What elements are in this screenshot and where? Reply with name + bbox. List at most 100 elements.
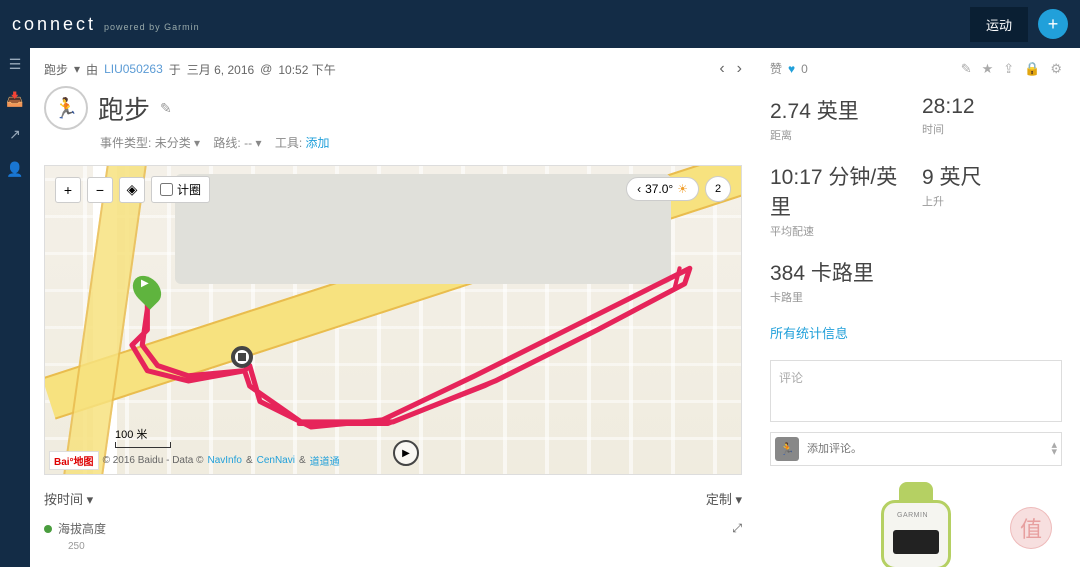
comment-avatar-icon: 🏃: [775, 437, 799, 461]
lap-count-badge[interactable]: 2: [705, 176, 731, 202]
star-icon[interactable]: ★: [982, 61, 994, 77]
chevron-down-icon[interactable]: ▾: [74, 62, 80, 76]
gear-icon[interactable]: ⚙: [1050, 61, 1062, 77]
temperature-value: 37.0°: [645, 182, 673, 196]
sun-icon: ☀: [677, 182, 688, 196]
map-controls-topleft: + − ◈ 计圈: [55, 176, 210, 203]
pace-label: 平均配速: [770, 223, 910, 239]
map[interactable]: + − ◈ 计圈 ‹ 37.0° ☀ 2 ▶ 100 米: [44, 165, 742, 475]
share-icon[interactable]: ⇪: [1003, 61, 1014, 77]
bc-at: @: [260, 62, 272, 76]
edit-title-icon[interactable]: ✎: [160, 100, 172, 117]
bc-user[interactable]: LIU050263: [104, 62, 163, 76]
activity-dropdown[interactable]: 运动: [970, 7, 1028, 42]
cennavi-link[interactable]: CenNavi: [257, 455, 295, 466]
temperature-badge[interactable]: ‹ 37.0° ☀: [626, 177, 699, 201]
logo-subtitle: powered by Garmin: [104, 22, 200, 32]
bc-by: 由: [86, 61, 98, 78]
likes-label[interactable]: 赞: [770, 60, 782, 77]
profile-icon[interactable]: 👤: [6, 161, 23, 178]
chart-custom-dropdown[interactable]: 定制 ▾: [706, 489, 742, 508]
time-label: 时间: [922, 121, 1062, 137]
bc-time: 10:52 下午: [278, 61, 335, 78]
inbox-icon[interactable]: 📥: [6, 91, 23, 108]
elevation-legend-label: 海拔高度: [58, 520, 106, 537]
elevation-value: 9 英尺: [922, 161, 1062, 191]
event-type-value[interactable]: 未分类: [155, 136, 191, 150]
sidebar: ☰ 📥 ↗ 👤: [0, 48, 30, 567]
all-stats-link[interactable]: 所有统计信息: [770, 323, 1062, 342]
breadcrumb: 跑步 ▾ 由 LIU050263 于 三月 6, 2016 @ 10:52 下午…: [44, 60, 742, 78]
comment-input[interactable]: [807, 443, 1043, 455]
meta-row: 事件类型: 未分类 ▾ 路线: -- ▾ 工具: 添加: [100, 134, 742, 151]
attrib-text: © 2016 Baidu - Data ©: [103, 455, 204, 466]
chevron-left-icon[interactable]: ‹: [637, 182, 641, 196]
bc-category[interactable]: 跑步: [44, 61, 68, 78]
likes-row: 赞 ♥ 0 ✎ ★ ⇪ 🔒 ⚙: [770, 60, 1062, 77]
zoom-out-button[interactable]: −: [87, 177, 113, 203]
edit-icon[interactable]: ✎: [961, 61, 972, 77]
next-activity-icon[interactable]: ›: [737, 60, 742, 78]
calories-value: 384 卡路里: [770, 257, 1062, 287]
title-row: 🏃 跑步 ✎: [44, 86, 742, 130]
activity-title: 跑步: [98, 90, 150, 127]
logo[interactable]: connect powered by Garmin: [12, 14, 200, 35]
right-column: 赞 ♥ 0 ✎ ★ ⇪ 🔒 ⚙ 2.74 英里 距离 28:12 时间 10:1…: [758, 48, 1080, 567]
chevron-down-icon[interactable]: ▾: [194, 136, 200, 150]
route-label: 路线:: [213, 136, 240, 150]
chart-by-time-dropdown[interactable]: 按时间 ▾: [44, 489, 93, 508]
heart-icon[interactable]: ♥: [788, 62, 795, 76]
menu-icon[interactable]: ☰: [9, 56, 22, 73]
stat-time: 28:12 时间: [922, 95, 1062, 143]
topbar: connect powered by Garmin 运动 +: [0, 0, 1080, 48]
map-controls-topright: ‹ 37.0° ☀ 2: [626, 176, 731, 202]
daodao-link[interactable]: 道道通: [310, 453, 340, 468]
distance-value: 2.74 英里: [770, 95, 910, 125]
laps-label: 计圈: [177, 181, 201, 198]
comment-input-row: 🏃 ▴▾: [770, 432, 1062, 466]
lock-icon[interactable]: 🔒: [1024, 61, 1040, 77]
baidu-logo[interactable]: Bai°地图: [49, 451, 99, 470]
stat-pace: 10:17 分钟/英里 平均配速: [770, 161, 910, 239]
laps-checkbox[interactable]: [160, 183, 173, 196]
chevron-down-icon[interactable]: ▾: [255, 136, 261, 150]
end-marker[interactable]: [231, 346, 253, 368]
activity-type-icon: 🏃: [44, 86, 88, 130]
add-button[interactable]: +: [1038, 9, 1068, 39]
device-brand: GARMIN: [897, 512, 928, 519]
zoom-in-button[interactable]: +: [55, 177, 81, 203]
bc-on: 于: [169, 61, 181, 78]
prev-activity-icon[interactable]: ‹: [719, 60, 724, 78]
stat-calories: 384 卡路里 卡路里: [770, 257, 1062, 305]
elevation-legend-dot: [44, 525, 52, 533]
elevation-label: 上升: [922, 193, 1062, 209]
scale-text: 100 米: [115, 426, 171, 442]
stat-elevation: 9 英尺 上升: [922, 161, 1062, 239]
bc-date: 三月 6, 2016: [187, 61, 254, 78]
tools-add-link[interactable]: 添加: [306, 136, 330, 150]
calories-label: 卡路里: [770, 289, 1062, 305]
chart-legend: 海拔高度 ⤢: [44, 520, 742, 537]
comments-box: 评论: [770, 360, 1062, 422]
comment-expand-icon[interactable]: ▴▾: [1051, 442, 1057, 456]
laps-toggle[interactable]: 计圈: [151, 176, 210, 203]
map-scale: 100 米: [115, 426, 171, 448]
tools-label: 工具:: [275, 136, 302, 150]
expand-chart-icon[interactable]: ⤢: [732, 521, 742, 536]
stat-distance: 2.74 英里 距离: [770, 95, 910, 143]
chart-y-axis: 250: [68, 541, 742, 552]
likes-count: 0: [801, 62, 808, 76]
navinfo-link[interactable]: NavInfo: [207, 455, 241, 466]
map-play-button[interactable]: ▶: [393, 440, 419, 466]
chart-header: 按时间 ▾ 定制 ▾: [44, 489, 742, 508]
time-value: 28:12: [922, 95, 1062, 119]
route-value[interactable]: --: [244, 136, 252, 150]
topbar-right: 运动 +: [970, 7, 1068, 42]
logo-text: connect: [12, 14, 96, 35]
pace-value: 10:17 分钟/英里: [770, 161, 910, 221]
stats-icon[interactable]: ↗: [9, 126, 21, 143]
start-marker[interactable]: [135, 274, 159, 306]
layers-button[interactable]: ◈: [119, 177, 145, 203]
watermark: 值: [1010, 507, 1052, 549]
main-content: 跑步 ▾ 由 LIU050263 于 三月 6, 2016 @ 10:52 下午…: [30, 48, 758, 567]
